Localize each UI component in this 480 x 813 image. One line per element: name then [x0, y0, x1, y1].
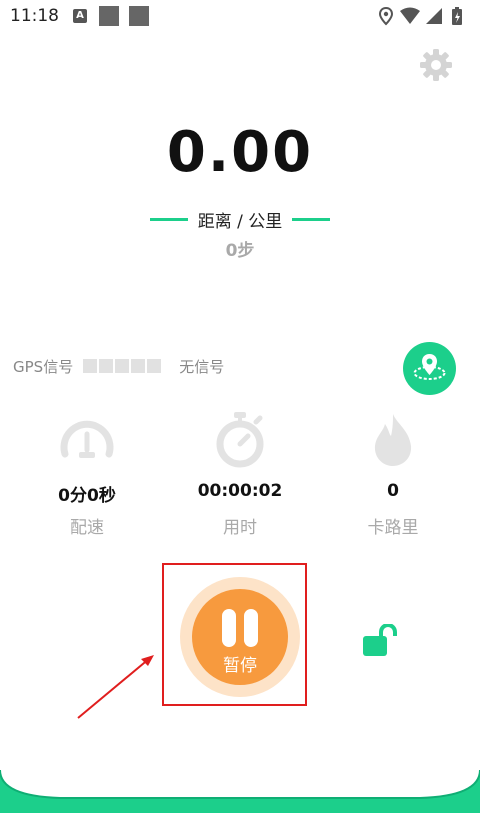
- gps-bar: [131, 359, 146, 373]
- annotation-arrow: [77, 655, 154, 719]
- status-icons: [378, 6, 462, 26]
- gps-signal-bars: [83, 359, 163, 373]
- status-time: 11:18: [10, 6, 59, 26]
- stopwatch-icon: [216, 412, 264, 468]
- gear-icon[interactable]: [418, 47, 454, 83]
- gps-label: GPS信号: [13, 357, 74, 376]
- calories-label: 卡路里: [367, 518, 419, 538]
- pause-button[interactable]: 暂停: [180, 577, 300, 697]
- distance-unit-row: 距离 / 公里: [150, 206, 330, 232]
- map-pin-icon: [413, 354, 446, 380]
- a-notification-icon: A: [73, 9, 87, 23]
- pause-icon-bar-right: [244, 609, 258, 647]
- speedometer-icon: [60, 420, 114, 458]
- pause-button-face: 暂停: [192, 589, 288, 685]
- gps-signal-row: GPS信号 无信号: [13, 354, 224, 378]
- flame-icon: [374, 414, 412, 466]
- distance-unit-label: 距离 / 公里: [197, 211, 283, 232]
- battery-icon: [452, 7, 462, 25]
- pause-label: 暂停: [223, 656, 257, 676]
- unit-divider-left: [150, 217, 188, 221]
- locate-button[interactable]: [403, 342, 456, 395]
- square-notification-icon: [129, 6, 149, 26]
- distance-value: 0.00: [166, 120, 314, 185]
- pause-icon-bar-left: [222, 609, 236, 647]
- calories-value: 0: [387, 481, 399, 501]
- pace-label: 配速: [70, 518, 104, 538]
- bottom-wave: [0, 769, 480, 813]
- duration-label: 用时: [223, 518, 257, 538]
- signal-icon: [426, 8, 442, 24]
- unit-divider-right: [291, 217, 330, 221]
- gps-bar: [99, 359, 114, 373]
- gps-status: 无信号: [179, 357, 225, 376]
- status-bar: 11:18 A: [0, 0, 480, 34]
- pace-value: 0分0秒: [58, 486, 116, 506]
- square-notification-icon: [99, 6, 119, 26]
- gps-bar: [147, 359, 162, 373]
- duration-value: 00:00:02: [197, 481, 283, 501]
- gps-bar: [115, 359, 130, 373]
- unlock-icon[interactable]: [361, 624, 399, 658]
- step-count: 0步: [225, 241, 255, 261]
- location-icon: [378, 6, 394, 26]
- gps-bar: [83, 359, 98, 373]
- wifi-icon: [400, 7, 420, 24]
